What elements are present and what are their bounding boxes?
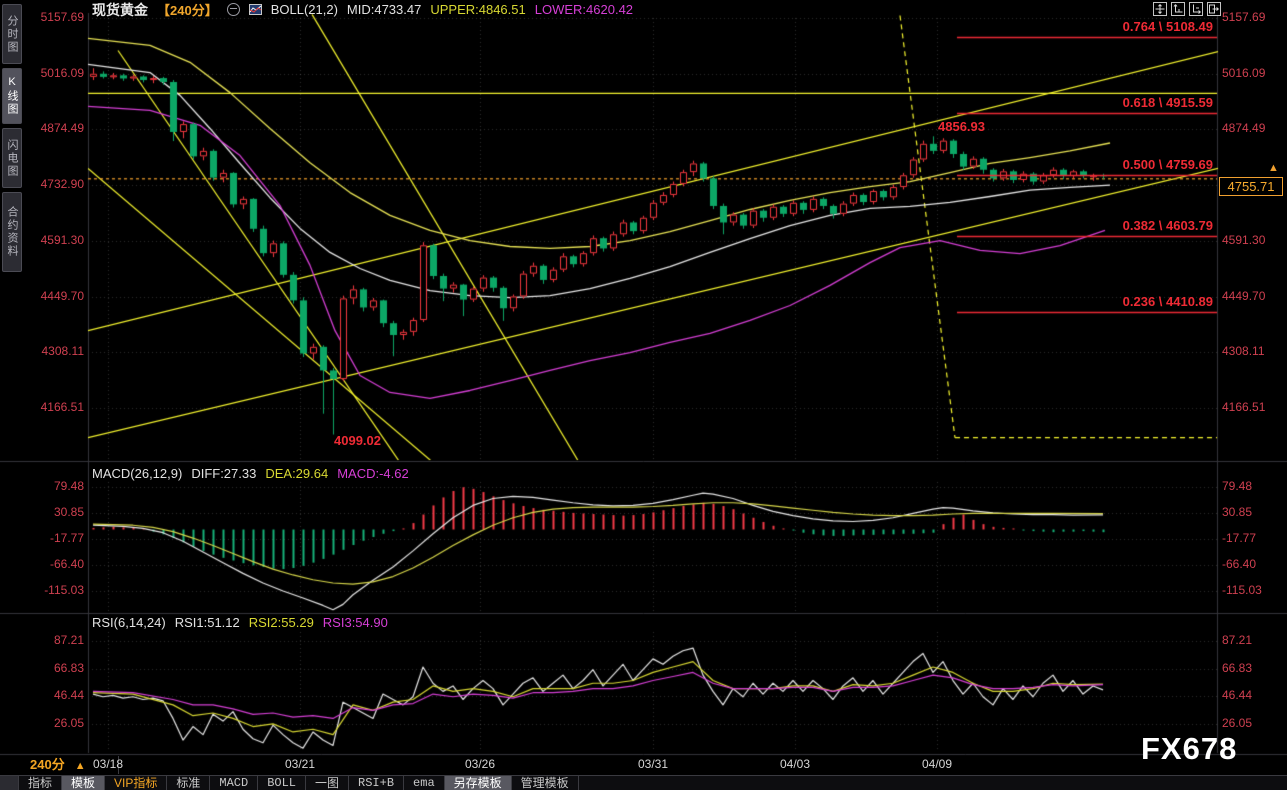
price-axis-label: 4166.51: [1222, 400, 1284, 414]
rsi-indicator-label: RSI(6,14,24): [92, 615, 166, 630]
boll-indicator-label: BOLL(21,2): [271, 2, 338, 17]
macd-axis-label: 30.85: [28, 505, 84, 519]
last-price-box: 4755.71: [1219, 177, 1283, 196]
price-axis-label: 4308.11: [28, 344, 84, 358]
macd-diff-value: DIFF:27.33: [191, 466, 256, 481]
fib-level-label: 0.382 \ 4603.79: [957, 218, 1213, 233]
axis-zoom-x-icon[interactable]: [1189, 2, 1203, 16]
rsi-axis-label: 87.21: [28, 633, 84, 647]
rsi-axis-label: 66.83: [1222, 661, 1284, 675]
boll-upper-value: UPPER:4846.51: [430, 2, 525, 17]
sidebar-item-1[interactable]: 分时图: [2, 4, 22, 64]
rsi-axis-label: 46.44: [28, 688, 84, 702]
price-axis-label: 4166.51: [28, 400, 84, 414]
boll-mid-value: MID:4733.47: [347, 2, 421, 17]
chart-canvas[interactable]: [0, 0, 1287, 790]
price-annotation: 4099.02: [334, 433, 381, 448]
rsi-axis-label: 46.44: [1222, 688, 1284, 702]
price-axis-label: 5157.69: [28, 10, 84, 24]
price-axis-label: 5157.69: [1222, 10, 1284, 24]
x-axis-date-label: 03/31: [629, 757, 677, 771]
rsi-axis-label: 66.83: [28, 661, 84, 675]
toolbar-item-6[interactable]: BOLL: [258, 776, 306, 790]
pan-tool-icon[interactable]: [1153, 2, 1167, 16]
fx678-watermark: FX678: [1141, 731, 1237, 767]
chart-application: 分时图 K线图闪电图合约资料 现货黄金 【240分】 BOLL(21,2) MID…: [0, 0, 1287, 790]
rsi-axis-label: 26.05: [1222, 716, 1284, 730]
toolbar-item-3[interactable]: VIP指标: [105, 776, 167, 790]
collapse-icon[interactable]: [227, 3, 240, 16]
sidebar-item-2[interactable]: K线图: [2, 68, 22, 124]
price-axis-label: 4591.30: [1222, 233, 1284, 247]
macd-axis-label: -17.77: [28, 531, 84, 545]
boll-lower-value: LOWER:4620.42: [535, 2, 633, 17]
chart-toolbar: [1153, 2, 1221, 16]
chart-type-sidebar: 分时图 K线图闪电图合约资料: [0, 0, 22, 440]
symbol-name: 现货黄金: [92, 0, 148, 20]
price-axis-label: 4308.11: [1222, 344, 1284, 358]
macd-axis-label: 30.85: [1222, 505, 1284, 519]
macd-axis-label: 79.48: [28, 479, 84, 493]
macd-axis-label: -115.03: [1222, 583, 1284, 597]
macd-axis-label: -66.40: [1222, 557, 1284, 571]
rsi3-value: RSI3:54.90: [323, 615, 388, 630]
x-axis-date-label: 04/09: [913, 757, 961, 771]
sidebar-item-4[interactable]: 合约资料: [2, 192, 22, 272]
macd-axis-label: -115.03: [28, 583, 84, 597]
toolbar-item-7[interactable]: 一图: [306, 776, 349, 790]
price-axis-label: 4449.70: [1222, 289, 1284, 303]
macd-axis-label: 79.48: [1222, 479, 1284, 493]
rsi-axis-label: 26.05: [28, 716, 84, 730]
toolbar-item-10[interactable]: 另存模板: [445, 776, 512, 790]
rsi-axis-label: 87.21: [1222, 633, 1284, 647]
price-annotation: 4856.93: [938, 119, 985, 134]
toolbar-item-9[interactable]: ema: [404, 776, 445, 790]
macd-panel-header: MACD(26,12,9) DIFF:27.33 DEA:29.64 MACD:…: [92, 466, 409, 481]
chart-style-icon[interactable]: [249, 4, 262, 15]
macd-indicator-label: MACD(26,12,9): [92, 466, 182, 481]
rsi1-value: RSI1:51.12: [175, 615, 240, 630]
toolbar-item-1[interactable]: 指标: [19, 776, 62, 790]
fib-level-label: 0.618 \ 4915.59: [957, 95, 1213, 110]
bottom-toolbar: 指标模板VIP指标标准MACDBOLL一图RSI+Bema另存模板管理模板: [0, 775, 1287, 790]
rsi-panel-header: RSI(6,14,24) RSI1:51.12 RSI2:55.29 RSI3:…: [92, 615, 388, 630]
rsi2-value: RSI2:55.29: [249, 615, 314, 630]
macd-axis-label: -17.77: [1222, 531, 1284, 545]
macd-axis-label: -66.40: [28, 557, 84, 571]
x-axis-date-label: 03/21: [276, 757, 324, 771]
price-axis-label: 5016.09: [28, 66, 84, 80]
macd-macd-value: MACD:-4.62: [337, 466, 409, 481]
sidebar-item-3[interactable]: 闪电图: [2, 128, 22, 188]
exit-chart-icon[interactable]: [1207, 2, 1221, 16]
toolbar-item-11[interactable]: 管理模板: [512, 776, 579, 790]
timeframe-label: 【240分】: [157, 0, 218, 19]
price-chart-header: 现货黄金 【240分】 BOLL(21,2) MID:4733.47 UPPER…: [92, 2, 633, 17]
price-axis-label: 4732.90: [28, 177, 84, 191]
price-axis-label: 4591.30: [28, 233, 84, 247]
fib-level-label: 0.500 \ 4759.69: [957, 157, 1213, 172]
toolbar-spacer: [0, 776, 19, 790]
x-axis-date-label: 04/03: [771, 757, 819, 771]
price-axis-label: 4874.49: [1222, 121, 1284, 135]
toolbar-item-8[interactable]: RSI+B: [349, 776, 404, 790]
toolbar-item-5[interactable]: MACD: [210, 776, 258, 790]
fib-level-label: 0.236 \ 4410.89: [957, 294, 1213, 309]
toolbar-item-2[interactable]: 模板: [62, 776, 105, 790]
toolbar-item-4[interactable]: 标准: [167, 776, 210, 790]
price-axis-label: 5016.09: [1222, 66, 1284, 80]
price-axis-label: 4449.70: [28, 289, 84, 303]
x-axis-date-label: 03/26: [456, 757, 504, 771]
axis-zoom-y-icon[interactable]: [1171, 2, 1185, 16]
interval-label: 240分: [30, 757, 65, 772]
price-up-arrow-icon: ▲: [1268, 162, 1279, 174]
macd-dea-value: DEA:29.64: [265, 466, 328, 481]
fib-level-label: 0.764 \ 5108.49: [957, 19, 1213, 34]
price-axis-label: 4874.49: [28, 121, 84, 135]
x-axis-date-label: 03/18: [84, 757, 132, 771]
